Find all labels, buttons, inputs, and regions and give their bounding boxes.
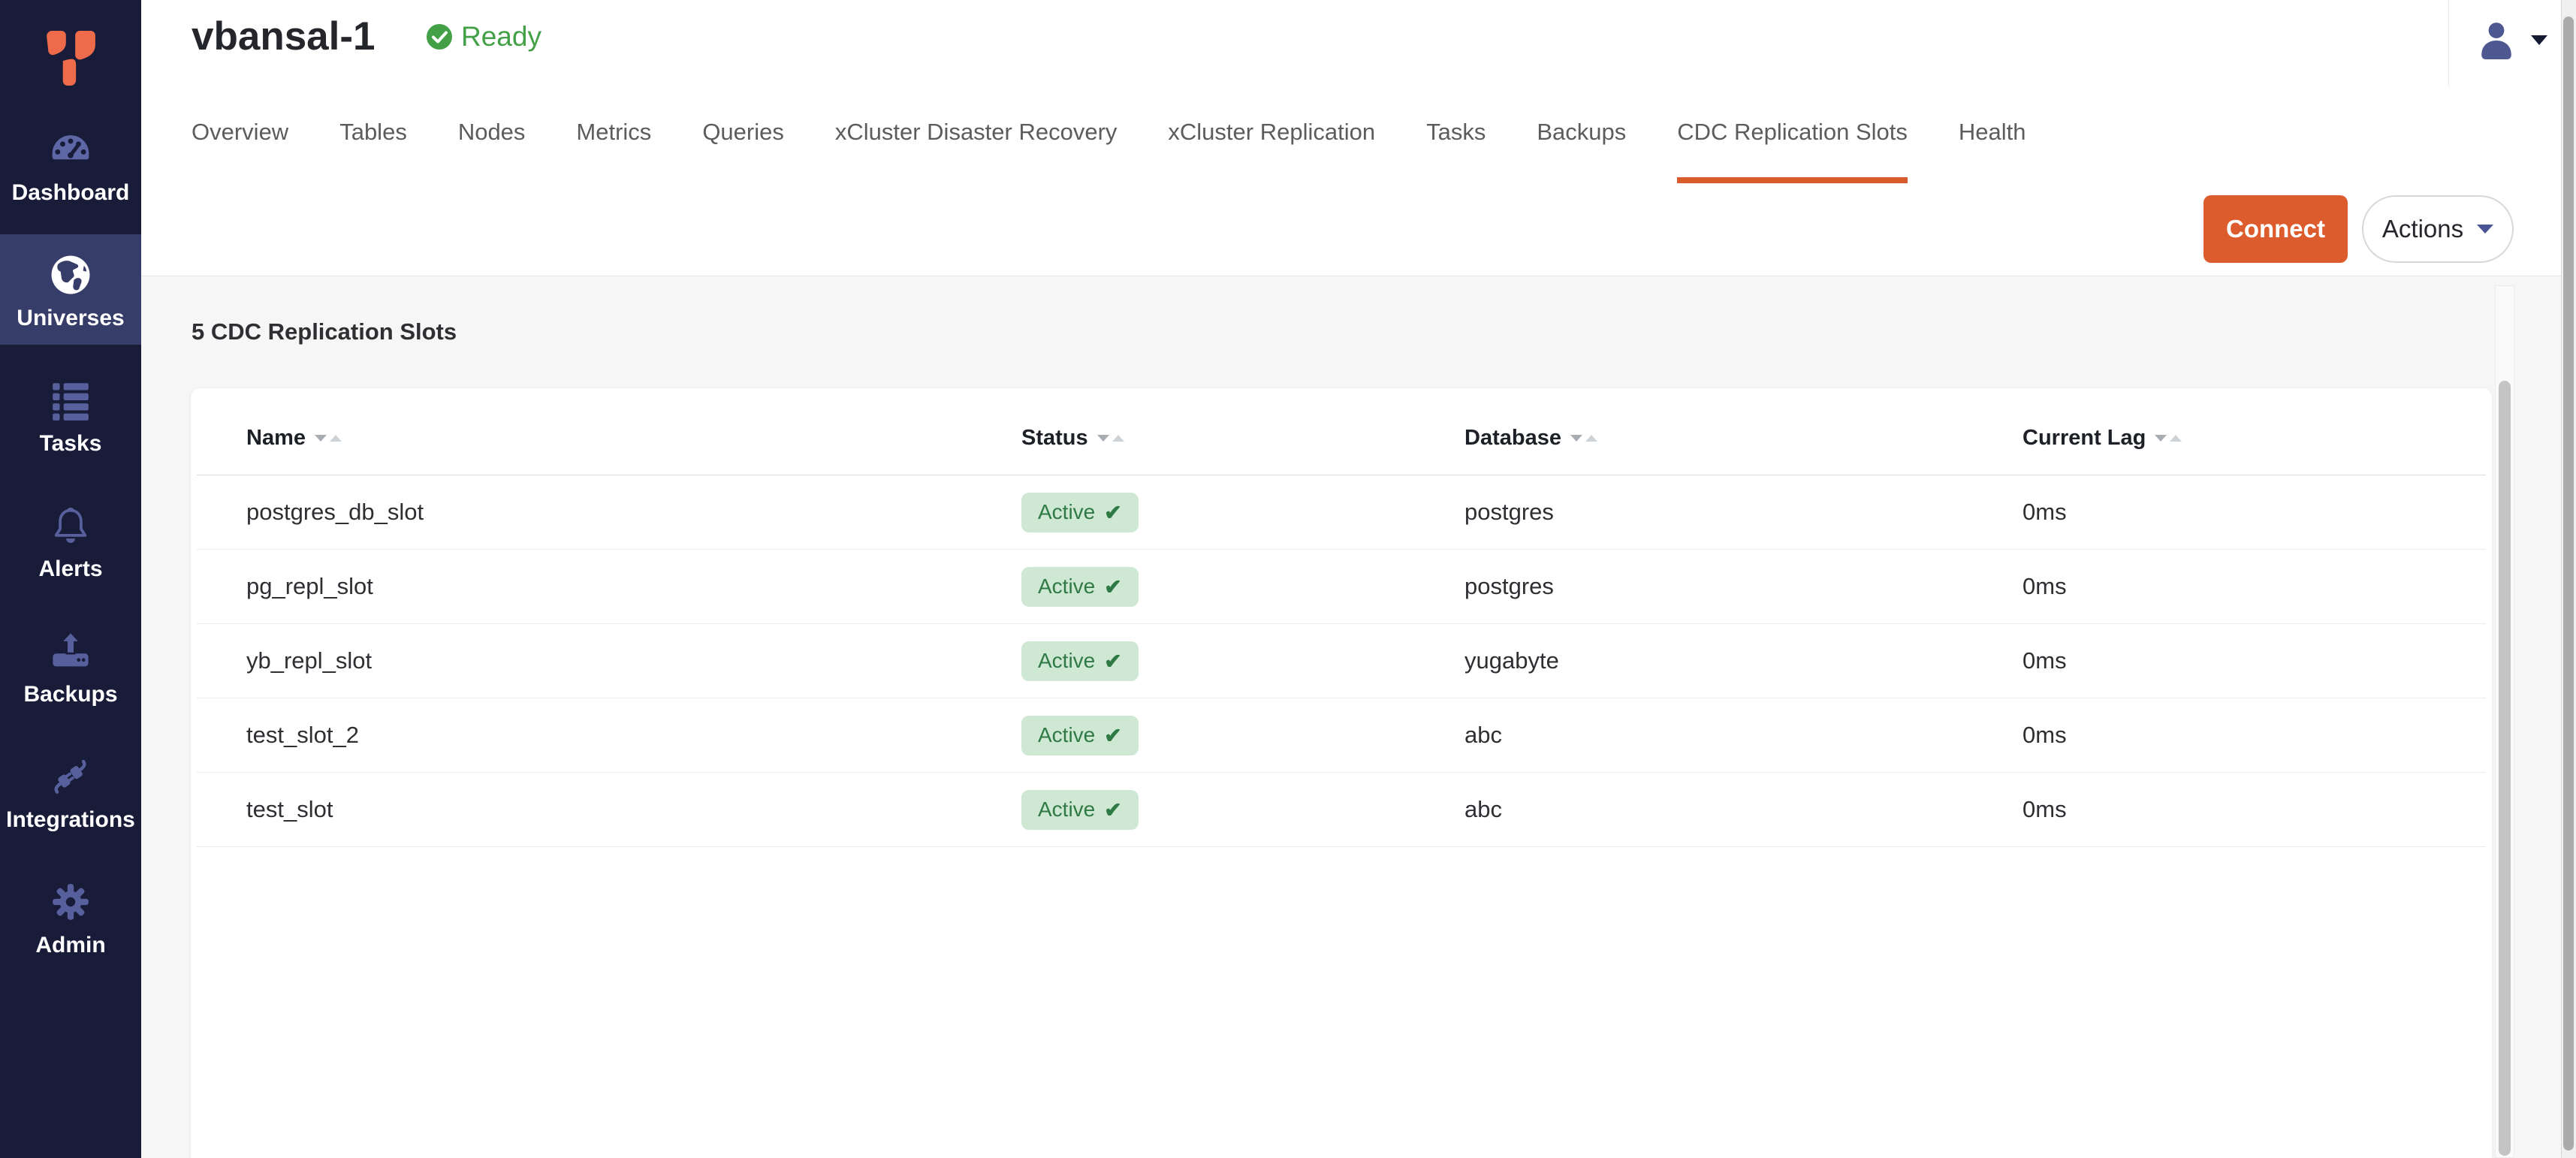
slot-current-lag: 0ms — [1973, 499, 2486, 526]
ready-label: Ready — [461, 21, 541, 53]
topbar-divider — [2448, 0, 2449, 86]
app-screen: Dashboard Universes — [0, 0, 2576, 1158]
sort-icon[interactable] — [2155, 435, 2182, 442]
tab-cdc-replication-slots[interactable]: CDC Replication Slots — [1677, 119, 1908, 183]
sidebar-item-universes[interactable]: Universes — [0, 234, 141, 345]
tab-overview[interactable]: Overview — [192, 119, 288, 183]
sidebar-item-admin[interactable]: Admin — [0, 861, 141, 972]
universes-icon — [47, 249, 94, 301]
slot-name: test_slot — [197, 796, 972, 823]
cdc-slots-table: Name Status Database Current Lag postgre — [197, 388, 2486, 847]
slot-status: Active✔ — [972, 716, 1415, 755]
table-row[interactable]: postgres_db_slot Active✔ postgres 0ms — [197, 475, 2486, 550]
active-status-badge: Active✔ — [1021, 641, 1139, 681]
slot-status: Active✔ — [972, 641, 1415, 681]
tab-xcluster-disaster-recovery[interactable]: xCluster Disaster Recovery — [835, 119, 1118, 183]
backups-icon — [48, 625, 93, 677]
user-avatar-icon — [2478, 20, 2514, 59]
cdc-slots-card: Name Status Database Current Lag postgre — [191, 388, 2492, 1158]
check-icon: ✔ — [1104, 649, 1121, 674]
sidebar-item-backups[interactable]: Backups — [0, 611, 141, 721]
sidebar-item-integrations[interactable]: Integrations — [0, 736, 141, 846]
active-status-badge: Active✔ — [1021, 716, 1139, 755]
table-row[interactable]: yb_repl_slot Active✔ yugabyte 0ms — [197, 624, 2486, 698]
tab-tasks[interactable]: Tasks — [1426, 119, 1486, 183]
actions-button[interactable]: Actions — [2362, 195, 2514, 263]
window-scrollbar-thumb[interactable] — [2563, 17, 2574, 1150]
yugabyte-logo[interactable] — [0, 0, 141, 109]
user-menu-button[interactable] — [2478, 14, 2561, 66]
sidebar-item-label: Admin — [35, 933, 105, 958]
slot-current-lag: 0ms — [1973, 796, 2486, 823]
sidebar-item-label: Dashboard — [12, 180, 130, 206]
universe-tabs: Overview Tables Nodes Metrics Queries xC… — [192, 119, 2026, 183]
check-icon: ✔ — [1104, 723, 1121, 748]
tab-metrics[interactable]: Metrics — [576, 119, 651, 183]
slot-database: abc — [1415, 796, 1973, 823]
sort-icon[interactable] — [315, 435, 342, 442]
sidebar-item-dashboard[interactable]: Dashboard — [0, 109, 141, 219]
tab-nodes[interactable]: Nodes — [458, 119, 526, 183]
ready-check-icon — [425, 23, 454, 51]
tab-xcluster-replication[interactable]: xCluster Replication — [1168, 119, 1375, 183]
column-header-database[interactable]: Database — [1415, 426, 1973, 451]
tab-tables[interactable]: Tables — [339, 119, 407, 183]
sidebar-item-label: Backups — [23, 682, 117, 707]
tasks-icon — [49, 374, 92, 427]
sidebar-item-label: Tasks — [40, 431, 102, 457]
content-scrollbar-thumb[interactable] — [2499, 381, 2511, 1156]
connect-button[interactable]: Connect — [2203, 195, 2348, 263]
sort-icon[interactable] — [1097, 435, 1124, 442]
column-header-status[interactable]: Status — [972, 426, 1415, 451]
slot-name: pg_repl_slot — [197, 573, 972, 600]
slot-name: postgres_db_slot — [197, 499, 972, 526]
sort-icon[interactable] — [1570, 435, 1597, 442]
table-row[interactable]: test_slot_2 Active✔ abc 0ms — [197, 698, 2486, 773]
sidebar-item-tasks[interactable]: Tasks — [0, 360, 141, 470]
tab-health[interactable]: Health — [1959, 119, 2026, 183]
table-row[interactable]: test_slot Active✔ abc 0ms — [197, 773, 2486, 847]
slot-database: postgres — [1415, 573, 1973, 600]
sidebar-item-label: Integrations — [6, 807, 135, 833]
slot-status: Active✔ — [972, 790, 1415, 830]
universe-title: vbansal-1 — [192, 14, 376, 59]
tab-queries[interactable]: Queries — [702, 119, 784, 183]
check-icon: ✔ — [1104, 500, 1121, 525]
sidebar-item-label: Alerts — [38, 556, 102, 582]
content-scrollbar-track[interactable] — [2495, 285, 2514, 1158]
slot-status: Active✔ — [972, 567, 1415, 607]
slot-name: test_slot_2 — [197, 722, 972, 749]
slot-name: yb_repl_slot — [197, 647, 972, 674]
table-row[interactable]: pg_repl_slot Active✔ postgres 0ms — [197, 550, 2486, 624]
tab-backups[interactable]: Backups — [1537, 119, 1626, 183]
active-status-badge: Active✔ — [1021, 790, 1139, 830]
active-status-badge: Active✔ — [1021, 493, 1139, 532]
table-header-row: Name Status Database Current Lag — [197, 388, 2486, 475]
check-icon: ✔ — [1104, 574, 1121, 599]
chevron-down-icon — [2477, 225, 2493, 234]
integrations-icon — [47, 750, 94, 803]
slot-status: Active✔ — [972, 493, 1415, 532]
section-heading: 5 CDC Replication Slots — [192, 318, 457, 345]
alerts-icon — [48, 499, 93, 552]
status-badge: Ready — [425, 21, 541, 53]
slot-database: postgres — [1415, 499, 1973, 526]
dashboard-icon — [47, 123, 94, 176]
column-header-name[interactable]: Name — [197, 426, 972, 451]
column-header-current-lag[interactable]: Current Lag — [1973, 426, 2486, 451]
sidebar: Dashboard Universes — [0, 0, 141, 1158]
check-icon: ✔ — [1104, 798, 1121, 822]
sidebar-item-label: Universes — [17, 306, 124, 331]
sidebar-item-alerts[interactable]: Alerts — [0, 485, 141, 596]
actions-label: Actions — [2382, 215, 2463, 243]
chevron-down-icon — [2531, 35, 2547, 45]
slot-current-lag: 0ms — [1973, 573, 2486, 600]
active-status-badge: Active✔ — [1021, 567, 1139, 607]
admin-icon — [49, 876, 92, 928]
yugabyte-logo-icon — [45, 31, 96, 86]
slot-current-lag: 0ms — [1973, 647, 2486, 674]
slot-current-lag: 0ms — [1973, 722, 2486, 749]
slot-database: yugabyte — [1415, 647, 1973, 674]
slot-database: abc — [1415, 722, 1973, 749]
